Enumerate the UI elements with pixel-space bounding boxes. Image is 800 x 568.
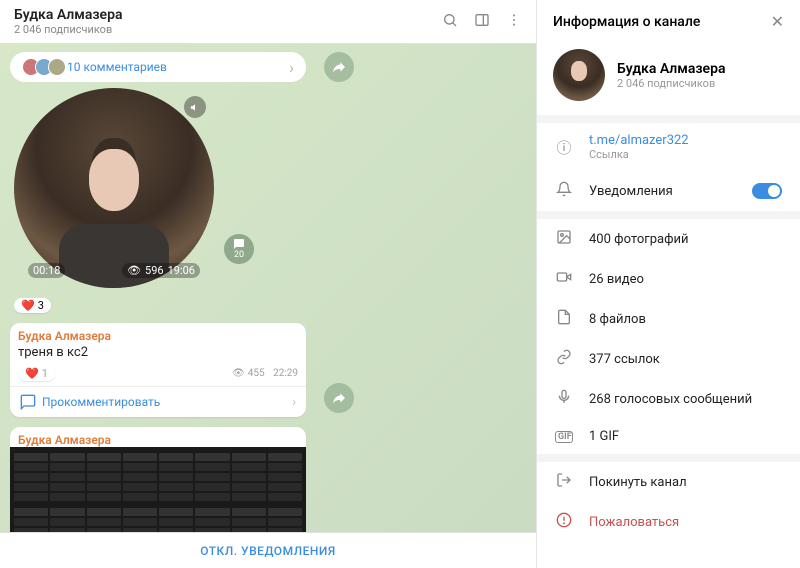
channel-name: Будка Алмазера — [617, 61, 725, 77]
comments-count: 10 комментариев — [67, 60, 283, 74]
info-panel-title: Информация о канале — [553, 14, 700, 30]
mute-icon[interactable] — [184, 96, 206, 118]
message-author: Будка Алмазера — [18, 329, 298, 343]
message-views: 👁 455 22:29 — [232, 368, 298, 379]
comments-pill[interactable]: 10 комментариев › — [10, 52, 306, 82]
channel-link-row[interactable]: ⓘ t.me/almazer322 Ссылка — [537, 123, 800, 171]
chat-header: Будка Алмазера 2 046 подписчиков — [0, 0, 536, 44]
info-icon: ⓘ — [555, 137, 573, 158]
video-message[interactable]: 00:18 👁59619:06 20 — [14, 88, 214, 288]
message-text: треня в кс2 — [18, 345, 298, 360]
eye-icon: 👁 — [127, 264, 141, 277]
reaction-pill[interactable]: ❤️1 — [18, 366, 55, 381]
media-files-row[interactable]: 8 файлов — [537, 299, 800, 339]
chat-title-block[interactable]: Будка Алмазера 2 046 подписчиков — [14, 7, 442, 36]
report-row[interactable]: Пожаловаться — [537, 502, 800, 542]
reply-count-button[interactable]: 20 — [224, 234, 254, 264]
channel-subscribers: 2 046 подписчиков — [617, 77, 725, 90]
mic-icon — [555, 389, 573, 409]
media-gif-row[interactable]: GIF 1 GIF — [537, 419, 800, 454]
chat-title: Будка Алмазера — [14, 7, 442, 23]
image-attachment[interactable] — [10, 447, 306, 532]
sidebar-icon[interactable] — [474, 12, 490, 32]
notifications-row[interactable]: Уведомления — [537, 171, 800, 211]
chat-subtitle: 2 046 подписчиков — [14, 23, 442, 36]
media-photos-row[interactable]: 400 фотографий — [537, 219, 800, 259]
info-panel: Информация о канале ✕ Будка Алмазера 2 0… — [536, 0, 800, 568]
comment-button[interactable]: Прокомментировать › — [10, 386, 306, 417]
link-icon — [555, 349, 573, 369]
message-bubble[interactable]: Будка Алмазера треня в кс2 ❤️1 👁 455 22:… — [10, 323, 306, 417]
mute-button[interactable]: ОТКЛ. УВЕДОМЛЕНИЯ — [0, 532, 536, 568]
file-icon — [555, 309, 573, 329]
media-videos-row[interactable]: 26 видео — [537, 259, 800, 299]
chevron-right-icon: › — [289, 58, 294, 77]
share-button[interactable] — [324, 383, 354, 413]
messages-list[interactable]: 10 комментариев › 00:18 👁59619:06 20 ❤️3 — [0, 44, 536, 532]
channel-profile[interactable]: Будка Алмазера 2 046 подписчиков — [537, 43, 800, 115]
chevron-right-icon: › — [292, 395, 296, 409]
message-bubble[interactable]: Будка Алмазера выиграли епт — [10, 427, 306, 532]
close-icon[interactable]: ✕ — [771, 12, 784, 31]
video-icon — [555, 269, 573, 289]
commenter-avatar — [48, 58, 66, 76]
more-icon[interactable] — [506, 12, 522, 32]
channel-avatar — [553, 49, 605, 101]
reaction-pill[interactable]: ❤️3 — [14, 298, 51, 313]
alert-icon — [555, 512, 573, 532]
search-icon[interactable] — [442, 12, 458, 32]
media-voice-row[interactable]: 268 голосовых сообщений — [537, 379, 800, 419]
photo-icon — [555, 229, 573, 249]
message-author: Будка Алмазера — [18, 433, 298, 447]
logout-icon — [555, 472, 573, 492]
leave-channel-row[interactable]: Покинуть канал — [537, 462, 800, 502]
media-links-row[interactable]: 377 ссылок — [537, 339, 800, 379]
video-duration: 00:18 — [28, 263, 65, 278]
notifications-toggle[interactable] — [752, 183, 782, 199]
share-button[interactable] — [324, 52, 354, 82]
gif-icon: GIF — [555, 431, 573, 443]
video-meta: 👁59619:06 — [122, 263, 200, 278]
bell-icon — [555, 181, 573, 201]
